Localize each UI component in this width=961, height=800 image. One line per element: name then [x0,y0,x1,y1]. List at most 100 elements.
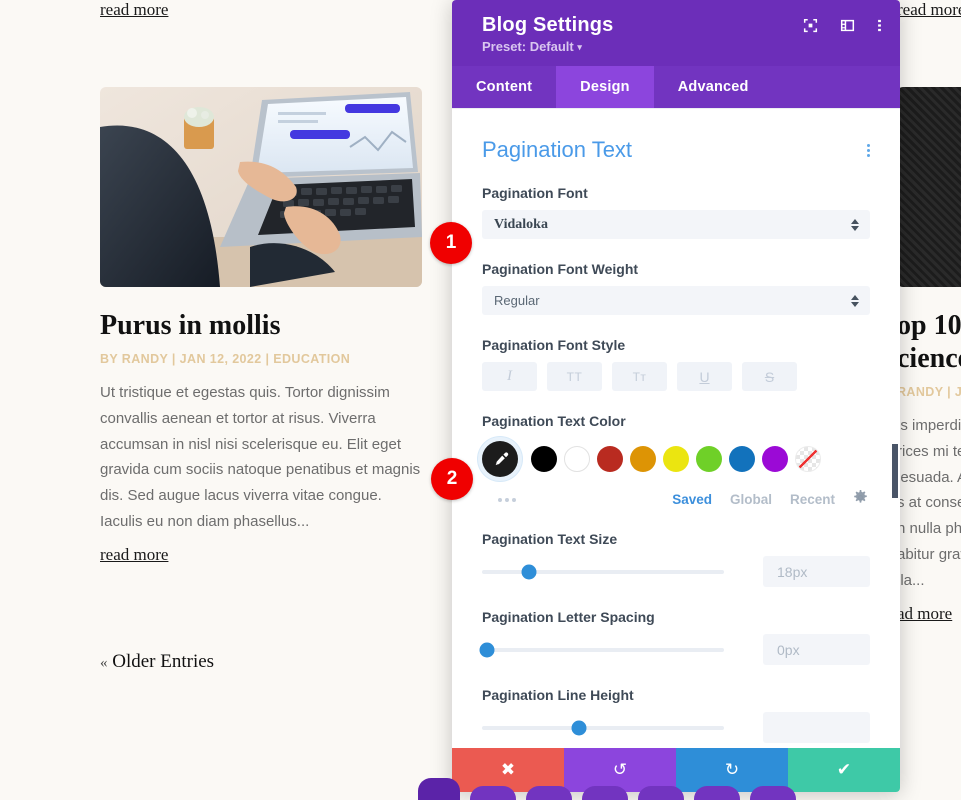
blog-settings-modal: Blog Settings Preset: Default ▾ Content … [452,0,900,792]
swatch-purple[interactable] [762,446,788,472]
tab-advanced[interactable]: Advanced [654,66,773,108]
swatch-white[interactable] [564,446,590,472]
field-pagination-font-style: Pagination Font Style I TT Tт U S [482,337,870,391]
pagination-letter-spacing-slider-row: 0px [479,634,870,665]
builder-adjust-button[interactable] [638,786,684,800]
blog-column-right: read more op 10 E cience RANDY | JA is i… [897,0,961,624]
read-more-link-post[interactable]: read more [100,545,168,565]
font-style-button-group: I TT Tт U S [482,362,870,391]
pagination-font-label: Pagination Font [482,185,588,201]
modal-header-icons [803,18,882,33]
pagination-font-weight-label: Pagination Font Weight [482,261,639,277]
swatch-blue[interactable] [729,446,755,472]
pagination-line-height-slider[interactable] [482,716,743,740]
color-source-tabs: Saved Global Recent [672,490,868,509]
slider-track [482,647,724,652]
builder-toggle-button[interactable] [418,778,460,800]
pagination-font-weight-select[interactable]: Regular [482,286,870,315]
pagination-letter-spacing-slider[interactable] [479,638,743,662]
step-badge-2: 2 [431,458,473,500]
pagination-line-height-slider-row [482,712,870,743]
read-more-link-right-post[interactable]: ad more [897,604,952,624]
color-settings-gear-icon[interactable] [853,490,868,509]
older-entries-chevron-icon: « [100,654,108,671]
post-meta-right: RANDY | JA [897,385,961,400]
field-pagination-text-size: Pagination Text Size 18px [482,531,870,587]
section-header: Pagination Text [482,137,870,163]
older-entries-link[interactable]: « Older Entries [100,651,422,673]
modal-scrollbar[interactable] [892,444,898,498]
swatch-transparent[interactable] [795,446,821,472]
color-tab-global[interactable]: Global [730,492,772,507]
tab-content[interactable]: Content [452,66,556,108]
field-pagination-font-weight: Pagination Font Weight Regular [482,261,870,315]
read-more-link-top[interactable]: read more [100,0,168,20]
builder-add-button[interactable] [526,786,572,800]
color-tab-recent[interactable]: Recent [790,492,835,507]
section-options-icon[interactable] [867,143,870,157]
pagination-font-value: Vidaloka [494,216,548,232]
post-excerpt-right: is imperdie rices mi te lesuada. A s at … [897,417,961,589]
field-pagination-text-color: Pagination Text Color Saved Global Recen… [482,413,870,509]
more-colors-icon[interactable] [482,497,516,502]
pagination-letter-spacing-value[interactable]: 0px [763,634,870,665]
small-caps-button[interactable]: Tт [612,362,667,391]
select-spinner-icon [851,294,859,307]
swatch-black[interactable] [531,446,557,472]
chevron-down-icon: ▾ [577,42,582,52]
slider-knob[interactable] [571,720,587,735]
more-vertical-icon[interactable] [877,18,882,33]
preset-label: Preset: Default [482,39,574,54]
strikethrough-button[interactable]: S [742,362,797,391]
builder-settings-button[interactable] [470,786,516,800]
read-more-link-right-top[interactable]: read more [897,0,961,20]
color-tab-saved[interactable]: Saved [672,492,712,507]
builder-bottom-toolbar [0,778,961,800]
builder-save-button[interactable] [750,786,796,800]
section-title: Pagination Text [482,137,633,162]
pagination-font-select[interactable]: Vidaloka [482,210,870,239]
color-swatch-row [482,441,870,477]
pagination-font-style-label: Pagination Font Style [482,337,626,353]
uppercase-button[interactable]: TT [547,362,602,391]
slider-knob[interactable] [521,564,537,579]
modal-header: Blog Settings Preset: Default ▾ [452,0,900,66]
post-title[interactable]: Purus in mollis [100,309,422,342]
slider-track [482,725,724,730]
pagination-text-color-label: Pagination Text Color [482,413,626,429]
underline-button[interactable]: U [677,362,732,391]
pagination-text-size-slider[interactable] [482,560,743,584]
post-featured-image[interactable] [100,87,422,287]
focus-target-icon[interactable] [803,18,818,33]
post-excerpt: Ut tristique et egestas quis. Tortor dig… [100,384,421,531]
tab-design[interactable]: Design [556,66,654,108]
eyedropper-button[interactable] [482,441,518,477]
modal-tabs: Content Design Advanced [452,66,900,108]
italic-button[interactable]: I [482,362,537,391]
post-title-right[interactable]: op 10 E cience [897,309,961,375]
pagination-letter-spacing-label: Pagination Letter Spacing [482,609,655,625]
pagination-font-weight-value: Regular [494,293,540,308]
swatch-yellow[interactable] [663,446,689,472]
builder-history-button[interactable] [694,786,740,800]
slider-track [482,569,724,574]
post-meta: BY RANDY | JAN 12, 2022 | EDUCATION [100,352,351,367]
post-featured-image-right[interactable] [897,87,961,287]
older-entries-label: Older Entries [112,650,215,672]
pagination-line-height-value[interactable] [763,712,870,743]
slider-knob[interactable] [479,642,495,657]
preset-dropdown[interactable]: Preset: Default ▾ [482,39,880,54]
pagination-text-size-slider-row: 18px [482,556,870,587]
swatch-red[interactable] [597,446,623,472]
modal-body: Pagination Text Pagination Font Vidaloka… [452,108,900,748]
swatch-orange[interactable] [630,446,656,472]
select-spinner-icon [851,218,859,231]
swatch-green[interactable] [696,446,722,472]
pagination-text-size-label: Pagination Text Size [482,531,618,547]
field-pagination-line-height: Pagination Line Height [482,687,870,743]
step-badge-1: 1 [430,222,472,264]
pagination-text-size-value[interactable]: 18px [763,556,870,587]
layout-panel-icon[interactable] [840,18,855,33]
field-pagination-letter-spacing: Pagination Letter Spacing 0px [479,609,870,665]
builder-close-button[interactable] [582,786,628,800]
